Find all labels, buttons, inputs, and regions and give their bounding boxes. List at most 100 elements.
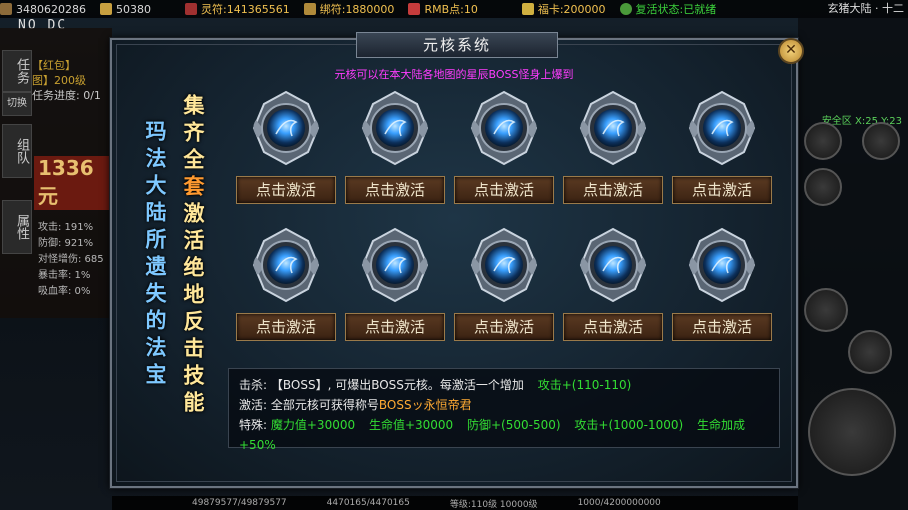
- lingfu-label: 灵符:: [201, 3, 227, 16]
- lingfu-value: 141365561: [226, 2, 290, 16]
- bindfu-resource: 绑符: 1880000: [303, 1, 395, 17]
- silver-resource: 50380: [100, 3, 151, 16]
- stats-list: 攻击: 191% 防御: 921% 对怪增伤: 685 暴击率: 1% 吸血率:…: [38, 220, 104, 300]
- auto-button[interactable]: [804, 168, 842, 206]
- core-slot: 点击激活: [345, 90, 445, 208]
- bindfu-value: 1880000: [345, 2, 395, 16]
- stat-line: 对怪增伤: 685: [38, 254, 104, 265]
- special-bonus: 魔力值+30000: [270, 418, 356, 432]
- activate-button[interactable]: 点击激活: [454, 313, 554, 341]
- close-icon: ✕: [785, 42, 797, 58]
- revive-icon: [619, 3, 632, 15]
- kill-line: 击杀: 【BOSS】, 可爆出BOSS元核。每激活一个增加 攻击+(110-11…: [239, 375, 769, 395]
- core-emblem-icon: [688, 227, 756, 303]
- special-line: 特殊: 魔力值+30000 生命值+30000 防御+(500-500) 攻击+…: [239, 415, 769, 455]
- core-slot: 点击激活: [454, 227, 554, 345]
- bottom-status-bar: 49879577/49879577 4470165/4470165 等级:110…: [112, 496, 798, 510]
- attribute-tab[interactable]: 属性: [2, 200, 32, 254]
- activate-button[interactable]: 点击激活: [563, 176, 663, 204]
- core-slot: 点击激活: [454, 90, 554, 208]
- level-readout: 等级:110级 10000级: [449, 499, 538, 510]
- task-tab[interactable]: 任务: [2, 50, 32, 92]
- bindfu-label: 绑符:: [319, 3, 346, 16]
- core-emblem-icon: [361, 227, 429, 303]
- kill-bonus: 攻击+(110-110): [537, 378, 632, 392]
- exp-readout: 1000/4200000000: [577, 498, 661, 508]
- activate-button[interactable]: 点击激活: [345, 176, 445, 204]
- slogan-part-a: 集齐全: [181, 94, 205, 175]
- close-button[interactable]: ✕: [778, 38, 804, 64]
- activate-button[interactable]: 点击激活: [672, 176, 772, 204]
- top-resource-bar: 3480620286 50380 灵符: 141365561 绑符: 1880000…: [0, 0, 908, 18]
- level-banner: 1336 元: [34, 156, 112, 210]
- title-reward: BOSSッ永恒帝君: [378, 398, 472, 412]
- core-slot: 点击激活: [236, 227, 336, 345]
- dialog-subtitle: 元核可以在本大陆各地图的星辰BOSS怪身上爆到: [334, 68, 574, 81]
- task-line-2: 图】200级: [32, 74, 86, 87]
- special-label: 特殊:: [239, 418, 268, 432]
- core-emblem-icon: [579, 90, 647, 166]
- core-slot: 点击激活: [563, 227, 663, 345]
- revive-status: 复活状态: 已就绪: [619, 1, 717, 17]
- special-bonus: 生命值+30000: [368, 418, 454, 432]
- stat-line: 攻击: 191%: [38, 222, 94, 233]
- left-panel: 任务 切换 组队 属性 【红包】 图】200级 任务进度: 0/1 1336 元…: [0, 28, 112, 318]
- task-line-1: 【红包】: [32, 59, 76, 72]
- special-bonus: 攻击+(1000-1000): [574, 418, 684, 432]
- dialog-title: 元核系统: [356, 32, 558, 58]
- skill-button[interactable]: [862, 122, 900, 160]
- card-label: 福卡:: [537, 3, 564, 16]
- slogan-highlight: 套: [181, 175, 205, 202]
- rmb-label: RMB点:: [424, 3, 464, 16]
- revive-value: 已就绪: [683, 3, 717, 16]
- info-panel: 击杀: 【BOSS】, 可爆出BOSS元核。每激活一个增加 攻击+(110-11…: [228, 368, 780, 452]
- rmb-icon: [408, 3, 421, 15]
- lingfu-icon: [185, 3, 197, 15]
- core-emblem-icon: [470, 227, 538, 303]
- card-resource: 福卡: 200000: [521, 1, 606, 17]
- core-slot: 点击激活: [563, 90, 663, 208]
- core-slot: 点击激活: [672, 227, 772, 345]
- activate-text: 全部元核可获得称号: [270, 398, 379, 412]
- kill-text: 【BOSS】, 可爆出BOSS元核。每激活一个增加: [270, 378, 524, 392]
- revive-label: 复活状态:: [635, 3, 684, 16]
- gold-icon: [0, 3, 12, 15]
- left-vertical-slogan: 玛法大陆所遗失的法宝: [143, 120, 167, 390]
- team-tab[interactable]: 组队: [2, 124, 32, 178]
- core-slot: 点击激活: [672, 90, 772, 208]
- attack-button[interactable]: [808, 388, 896, 476]
- activate-button[interactable]: 点击激活: [454, 176, 554, 204]
- skill-button[interactable]: [804, 288, 848, 332]
- switch-button[interactable]: 切换: [2, 92, 32, 116]
- gold-value: 3480620286: [16, 2, 86, 16]
- stat-line: 防御: 921%: [38, 238, 94, 249]
- activate-button[interactable]: 点击激活: [345, 313, 445, 341]
- activate-button[interactable]: 点击激活: [236, 313, 336, 341]
- zone-name: 玄猪大陆 · 十二: [827, 2, 905, 15]
- mp-readout: 4470165/4470165: [326, 498, 410, 508]
- activate-button[interactable]: 点击激活: [563, 313, 663, 341]
- special-bonus: 防御+(500-500): [467, 418, 561, 432]
- rmb-value: 10: [463, 2, 478, 16]
- core-emblem-icon: [252, 227, 320, 303]
- task-tracker[interactable]: 【红包】 图】200级 任务进度: 0/1: [32, 58, 112, 103]
- activate-button[interactable]: 点击激活: [672, 313, 772, 341]
- coin-icon: [100, 3, 112, 15]
- core-emblem-icon: [361, 90, 429, 166]
- activate-button[interactable]: 点击激活: [236, 176, 336, 204]
- card-value: 200000: [563, 2, 606, 16]
- core-slot: 点击激活: [236, 90, 336, 208]
- hp-readout: 49879577/49879577: [192, 498, 287, 508]
- bindfu-icon: [303, 3, 316, 15]
- skill-button[interactable]: [804, 122, 842, 160]
- kill-label: 击杀:: [239, 378, 268, 392]
- core-emblem-icon: [470, 90, 538, 166]
- task-progress: 任务进度: 0/1: [32, 89, 101, 102]
- activate-label: 激活:: [239, 398, 268, 412]
- right-panel: 安全区 X:25 Y:23: [798, 18, 908, 510]
- activate-line: 激活: 全部元核可获得称号BOSSッ永恒帝君: [239, 395, 769, 415]
- skill-button[interactable]: [848, 330, 892, 374]
- stat-line: 暴击率: 1%: [38, 270, 91, 281]
- card-icon: [521, 3, 534, 15]
- rmb-resource: RMB点: 10: [408, 1, 478, 17]
